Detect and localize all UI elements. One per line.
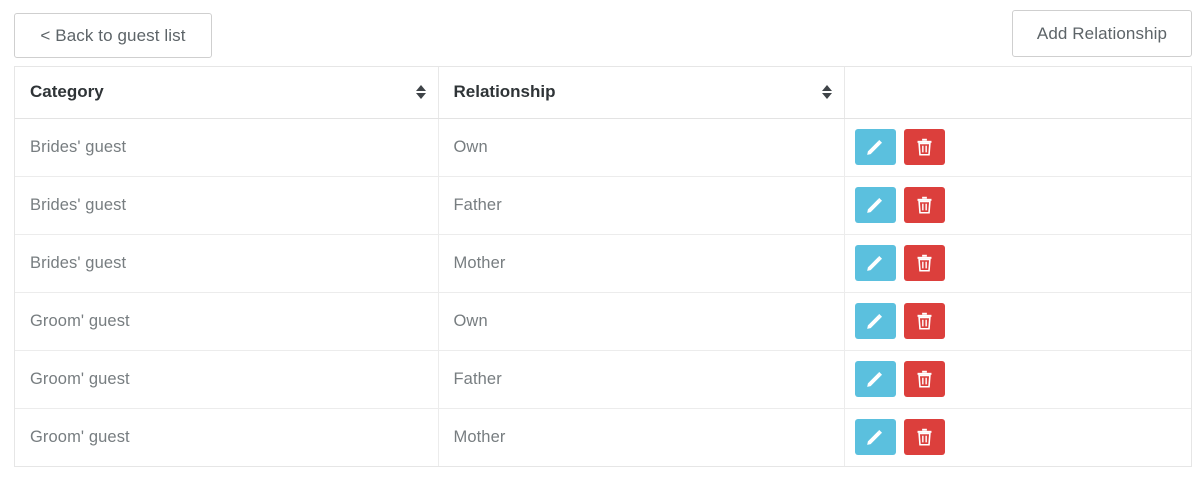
cell-relationship: Father [438,350,845,409]
table-header: Category Relationship [15,67,1191,119]
pencil-icon [865,253,885,273]
edit-row-button[interactable] [854,419,896,456]
delete-row-button[interactable] [903,419,945,456]
trash-icon [915,137,934,157]
table-row: Brides' guest Mother [15,234,1192,293]
relationship-table-container: Category Relationship Brides' guest Own … [14,66,1192,467]
pencil-icon [865,311,885,331]
column-header-actions [844,67,1191,119]
edit-row-button[interactable] [854,129,896,165]
cell-relationship: Own [438,118,845,177]
cell-category: Brides' guest [15,234,439,293]
row-action-group [854,129,1192,165]
delete-row-button[interactable] [903,361,945,397]
column-header-relationship-label: Relationship [453,82,556,102]
add-relationship-button[interactable]: Add Relationship [1012,10,1192,57]
table-body: Brides' guest Own Brides' guest Father B… [15,118,1191,466]
delete-row-button[interactable] [903,303,945,339]
cell-actions [844,292,1192,351]
table-row: Brides' guest Own [15,118,1192,177]
trash-icon [915,253,934,273]
relationship-table: Category Relationship Brides' guest Own … [15,67,1191,466]
back-to-guest-list-button[interactable]: < Back to guest list [14,13,212,58]
table-header-row: Category Relationship [15,67,1191,119]
edit-row-button[interactable] [854,187,896,223]
pencil-icon [865,137,885,157]
edit-row-button[interactable] [854,245,896,281]
pencil-icon [865,427,885,447]
row-action-group [854,187,1192,223]
trash-icon [915,369,934,389]
column-header-relationship[interactable]: Relationship [438,67,845,119]
column-header-category[interactable]: Category [15,67,439,119]
trash-icon [915,427,934,447]
row-action-group [854,361,1192,397]
cell-actions [844,408,1191,466]
sort-updown-icon[interactable] [415,85,426,100]
cell-actions [844,234,1192,293]
cell-actions [844,118,1192,177]
relationship-manager-page: < Back to guest list Add Relationship Ca… [0,0,1200,503]
cell-relationship: Mother [438,234,845,293]
pencil-icon [865,369,885,389]
delete-row-button[interactable] [903,129,945,165]
column-header-category-label: Category [30,82,104,102]
cell-relationship: Own [438,292,845,351]
delete-row-button[interactable] [903,245,945,281]
cell-actions [844,176,1192,235]
table-row: Groom' guest Father [15,350,1192,409]
pencil-icon [865,195,885,215]
cell-relationship: Father [438,176,845,235]
delete-row-button[interactable] [903,187,945,223]
row-action-group [854,419,1192,456]
table-row: Groom' guest Own [15,292,1192,351]
cell-category: Groom' guest [15,350,439,409]
trash-icon [915,311,934,331]
cell-category: Groom' guest [15,408,439,466]
cell-category: Brides' guest [15,118,439,177]
row-action-group [854,303,1192,339]
table-row: Groom' guest Mother [15,408,1191,466]
edit-row-button[interactable] [854,303,896,339]
cell-category: Brides' guest [15,176,439,235]
trash-icon [915,195,934,215]
sort-updown-icon[interactable] [821,85,832,100]
table-row: Brides' guest Father [15,176,1192,235]
cell-category: Groom' guest [15,292,439,351]
edit-row-button[interactable] [854,361,896,397]
cell-relationship: Mother [438,408,845,466]
row-action-group [854,245,1192,281]
toolbar: < Back to guest list Add Relationship [0,0,1200,66]
cell-actions [844,350,1192,409]
